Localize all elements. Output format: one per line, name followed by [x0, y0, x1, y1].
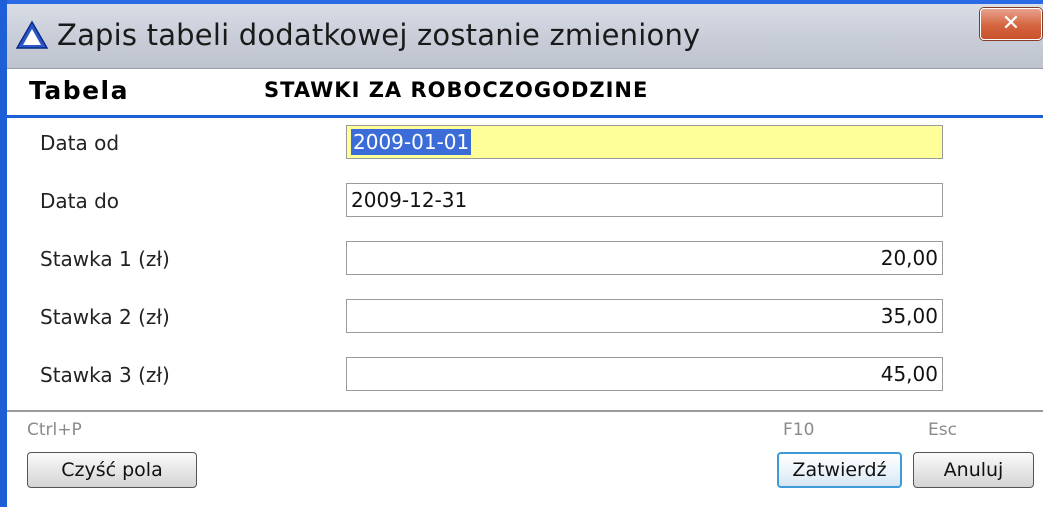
confirm-shortcut-hint: F10: [783, 420, 815, 440]
clear-fields-button[interactable]: Czyść pola: [27, 452, 197, 488]
date-from-input[interactable]: 2009-01-01: [346, 125, 943, 159]
cancel-button[interactable]: Anuluj: [913, 452, 1034, 488]
table-header: Tabela STAWKI ZA ROBOCZOGODZINE: [7, 69, 1043, 118]
date-from-label: Data od: [40, 131, 120, 155]
date-from-value: 2009-01-01: [351, 129, 472, 155]
table-label: Tabela: [29, 76, 129, 105]
rate-3-input[interactable]: 45,00: [346, 357, 943, 391]
rate-2-input[interactable]: 35,00: [346, 299, 943, 333]
confirm-button[interactable]: Zatwierdź: [777, 452, 902, 488]
table-name: STAWKI ZA ROBOCZOGODZINE: [264, 78, 649, 102]
date-to-input[interactable]: 2009-12-31: [346, 183, 943, 217]
close-button[interactable]: ✕: [980, 8, 1042, 40]
cancel-shortcut-hint: Esc: [928, 420, 957, 440]
date-to-label: Data do: [40, 189, 120, 213]
title-bar[interactable]: Zapis tabeli dodatkowej zostanie zmienio…: [7, 4, 1043, 69]
warning-triangle-icon: [15, 20, 49, 50]
rate-1-label: Stawka 1 (zł): [40, 247, 170, 271]
window-title: Zapis tabeli dodatkowej zostanie zmienio…: [57, 18, 701, 52]
rate-2-label: Stawka 2 (zł): [40, 305, 170, 329]
window-frame-left: [0, 0, 7, 507]
rate-1-input[interactable]: 20,00: [346, 241, 943, 275]
clear-shortcut-hint: Ctrl+P: [27, 420, 82, 440]
rate-3-label: Stawka 3 (zł): [40, 363, 170, 387]
footer-divider: [7, 410, 1043, 412]
